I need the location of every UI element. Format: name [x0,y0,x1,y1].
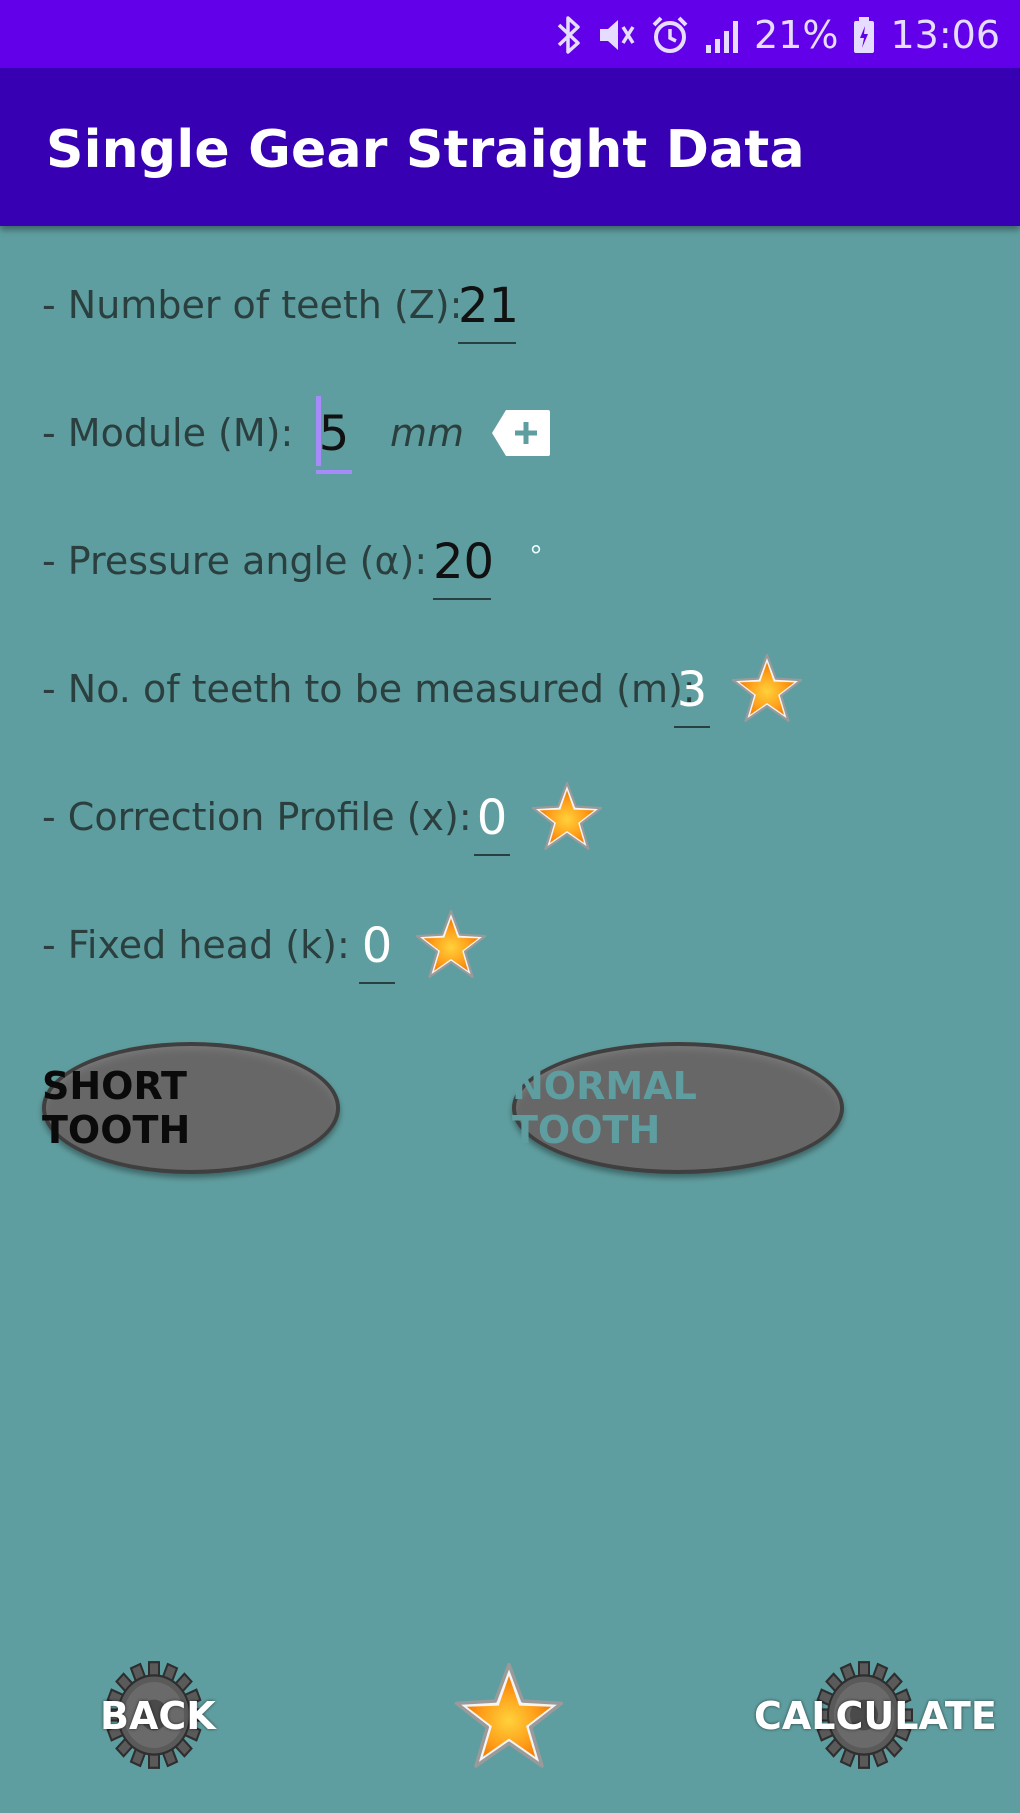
correction-value: 0 [476,790,508,846]
star-icon[interactable] [730,652,804,726]
teeth-underline [458,342,516,344]
teeth-label: - Number of teeth (Z): [42,283,463,327]
status-bar: 21% 13:06 [0,0,1020,68]
calculate-label: CALCULATE [754,1694,997,1738]
back-label: BACK [100,1694,216,1738]
star-icon[interactable] [414,908,488,982]
calculate-button[interactable]: CALCULATE [754,1660,997,1770]
page-title: Single Gear Straight Data [46,120,805,180]
module-underline [316,470,352,474]
measured-value: 3 [676,662,708,718]
module-unit: mm [390,411,465,455]
measured-label: - No. of teeth to be measured (m): [42,667,696,711]
teeth-input[interactable]: 21 [458,276,520,344]
measured-underline [674,726,710,728]
star-icon[interactable] [530,780,604,854]
battery-icon [852,15,876,55]
pressure-unit: ° [530,540,542,573]
mute-icon [596,15,636,55]
battery-percent: 21% [754,13,839,57]
normal-tooth-button[interactable]: NORMAL TOOTH [512,1042,844,1174]
pressure-value: 20 [433,534,495,590]
measured-input[interactable]: 3 [674,660,710,728]
star-icon[interactable] [452,1660,566,1774]
correction-input[interactable]: 0 [474,788,510,856]
fixed-head-value: 0 [361,918,393,974]
fixed-head-label: - Fixed head (k): [42,923,350,967]
text-cursor [316,396,321,466]
app-bar: Single Gear Straight Data [0,68,1020,226]
module-value: 5 [318,406,350,462]
alarm-icon [650,15,690,55]
pressure-input[interactable]: 20 [433,532,495,600]
module-input[interactable]: 5 [316,396,352,474]
fixed-head-underline [359,982,395,984]
status-icons: 21% 13:06 [556,12,1000,58]
bluetooth-icon [556,15,582,55]
signal-icon [704,15,740,55]
keyboard-plus-icon[interactable] [490,408,552,458]
teeth-value: 21 [458,278,520,334]
pressure-underline [433,598,491,600]
short-tooth-button[interactable]: SHORT TOOTH [42,1042,340,1174]
clock-time: 13:06 [890,13,1000,57]
module-label: - Module (M): [42,411,294,455]
back-button[interactable]: BACK [100,1660,216,1770]
fixed-head-input[interactable]: 0 [359,916,395,984]
pressure-label: - Pressure angle (α): [42,539,428,583]
correction-label: - Correction Profile (x): [42,795,472,839]
correction-underline [474,854,510,856]
